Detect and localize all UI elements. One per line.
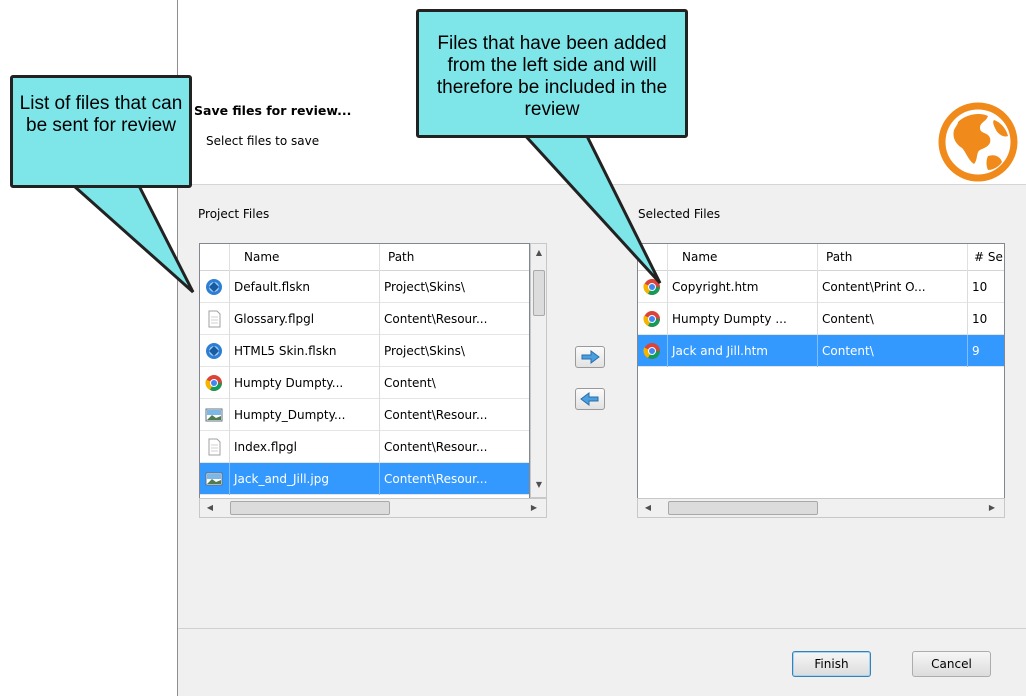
right-callout: Files that have been added from the left… <box>416 9 688 138</box>
left-callout: List of files that can be sent for revie… <box>10 75 192 188</box>
